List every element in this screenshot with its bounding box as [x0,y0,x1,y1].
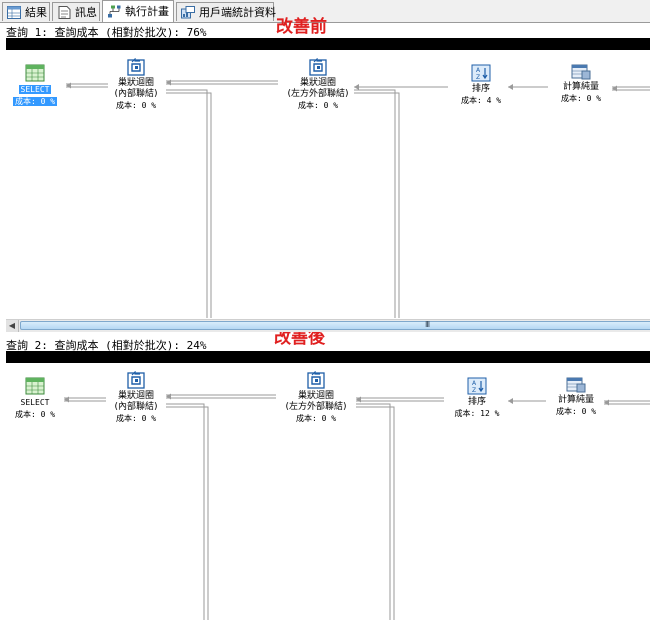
execution-plan-icon [107,5,121,18]
query-2-compute-scalar-cost: 成本: 0 % [555,407,597,416]
query-2-plan-pane: SELECT 成本: 0 % 巢狀迴圈 (內部聯結) 成本: 0 % 巢狀迴圈 … [0,364,650,620]
query-2-sort-title: 排序 [467,397,486,407]
message-icon [57,6,71,19]
scrollbar-thumb[interactable]: III [20,320,650,330]
query-1-nested-loops-inner-cost: 成本: 0 % [115,101,157,110]
plan-horizontal-scrollbar[interactable]: ◀ III [6,319,650,332]
tab-client-statistics-label: 用戶端統計資料 [199,6,276,19]
query-1-nested-loops-left-outer-sub: (左方外部聯結) [287,89,349,99]
query-2-nested-loops-inner-node[interactable]: 巢狀迴圈 (內部聯結) 成本: 0 % [104,371,168,425]
query-1-plan-pane: SELECT 成本: 0 % 巢狀迴圈 (內部聯結) 成本: 0 % 巢狀迴圈 … [0,52,650,318]
query-2-nested-loops-left-outer-title: 巢狀迴圈 [297,391,334,401]
client-statistics-icon [181,6,195,19]
nested-loops-icon [308,58,328,76]
sort-icon [471,64,491,82]
tab-results-label: 結果 [25,6,47,19]
scrollbar-grip: III [425,320,430,329]
tab-messages[interactable]: 訊息 [52,2,100,21]
query-2-compute-scalar-node[interactable]: 計算純量 成本: 0 % [546,375,606,418]
query-1-nested-loops-inner-node[interactable]: 巢狀迴圈 (內部聯結) 成本: 0 % [104,58,168,112]
query-1-compute-scalar-node[interactable]: 計算純量 成本: 0 % [550,62,612,105]
tab-messages-label: 訊息 [75,6,97,19]
select-icon [25,64,45,82]
query-1-sort-node[interactable]: 排序 成本: 4 % [452,64,510,107]
query-2-sort-cost: 成本: 12 % [454,409,500,418]
query-1-compute-scalar-cost: 成本: 0 % [560,94,602,103]
sort-icon [467,377,487,395]
query-2-nested-loops-inner-cost: 成本: 0 % [115,414,157,423]
query-2-compute-scalar-title: 計算純量 [557,395,594,405]
tab-results[interactable]: 結果 [2,2,50,21]
query-1-sort-title: 排序 [471,84,490,94]
query-2-header-bar [6,351,650,363]
tab-execution-plan[interactable]: 執行計畫 [102,0,174,22]
query-2-nested-loops-left-outer-cost: 成本: 0 % [295,414,337,423]
query-1-nested-loops-left-outer-title: 巢狀迴圈 [299,78,336,88]
query-1-nested-loops-left-outer-node[interactable]: 巢狀迴圈 (左方外部聯結) 成本: 0 % [280,58,356,112]
select-icon [25,377,45,395]
nested-loops-icon [126,371,146,389]
query-1-select-cost: 成本: 0 % [12,97,58,106]
grid-icon [7,6,21,19]
tab-client-statistics[interactable]: 用戶端統計資料 [176,2,276,21]
query-1-nested-loops-inner-sub: (內部聯結) [114,89,158,99]
query-2-select-cost: 成本: 0 % [14,410,56,419]
compute-scalar-icon [566,375,586,393]
tab-execution-plan-label: 執行計畫 [125,5,169,18]
query-2-select-node[interactable]: SELECT 成本: 0 % [6,377,64,421]
query-2-nested-loops-left-outer-sub: (左方外部聯結) [285,402,347,412]
query-2-sort-node[interactable]: 排序 成本: 12 % [446,377,508,420]
query-2-select-title: SELECT [20,398,50,407]
nested-loops-icon [306,371,326,389]
query-1-compute-scalar-title: 計算純量 [562,82,599,92]
query-2-nested-loops-inner-sub: (內部聯結) [114,402,158,412]
annotation-before: 改善前 [276,17,327,37]
query-2-nested-loops-inner-title: 巢狀迴圈 [117,391,154,401]
scroll-left-arrow-icon[interactable]: ◀ [6,320,19,332]
query-1-nested-loops-inner-title: 巢狀迴圈 [117,78,154,88]
query-1-nested-loops-left-outer-cost: 成本: 0 % [297,101,339,110]
nested-loops-icon [126,58,146,76]
query-1-header-bar [6,38,650,50]
query-1-select-title: SELECT [18,85,52,94]
query-2-nested-loops-left-outer-node[interactable]: 巢狀迴圈 (左方外部聯結) 成本: 0 % [278,371,354,425]
compute-scalar-icon [571,62,591,80]
query-1-sort-cost: 成本: 4 % [460,96,502,105]
query-1-select-node[interactable]: SELECT 成本: 0 % [6,64,64,108]
